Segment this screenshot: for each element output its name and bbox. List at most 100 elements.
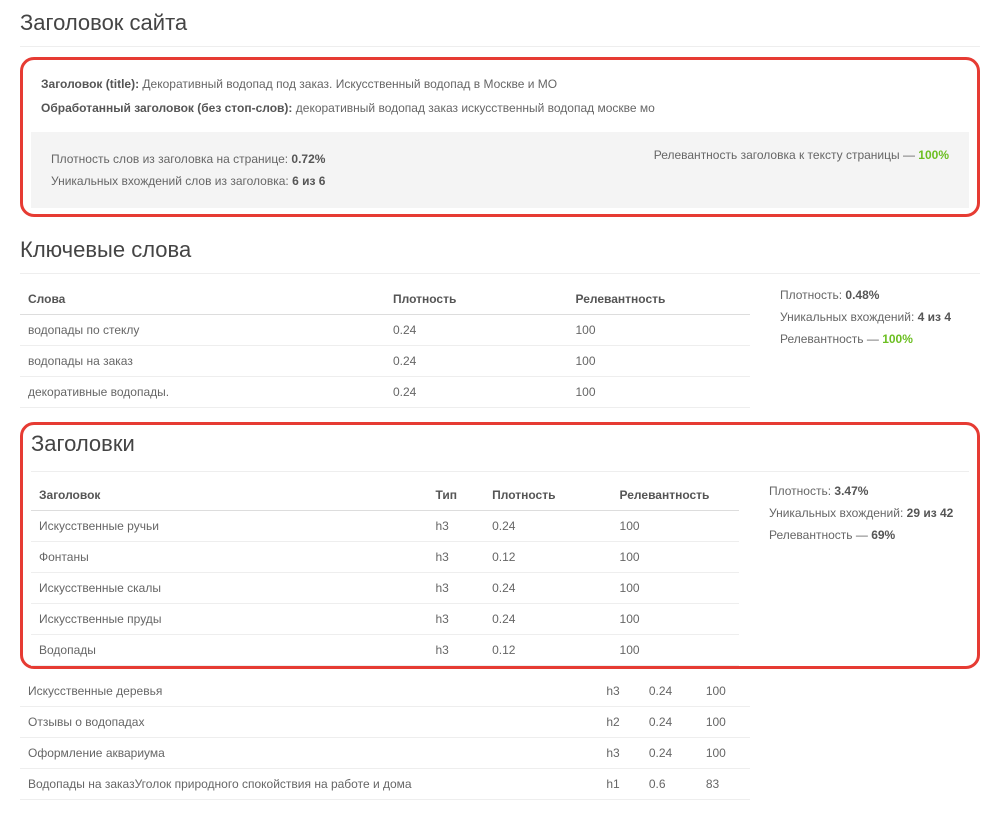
h-unique-value: 29 из 42: [907, 506, 954, 520]
table-row: Водопадыh30.12100: [31, 635, 739, 666]
processed-label: Обработанный заголовок (без стоп-слов):: [41, 101, 292, 115]
table-row: Искусственные прудыh30.24100: [31, 604, 739, 635]
cell-relevance: 100: [568, 377, 751, 408]
h-relevance-label: Релевантность —: [769, 528, 868, 542]
density-stat: Плотность слов из заголовка на странице:…: [51, 148, 325, 170]
processed-value: декоративный водопад заказ искусственный…: [296, 101, 655, 115]
cell-type: h3: [598, 676, 640, 707]
cell-title: Искусственные скалы: [31, 573, 427, 604]
keywords-side-stats: Плотность: 0.48% Уникальных вхождений: 4…: [780, 284, 980, 350]
cell-word: водопады на заказ: [20, 346, 385, 377]
table-row: Искусственные деревьяh30.24100: [20, 676, 750, 707]
cell-relevance: 100: [568, 346, 751, 377]
density-value: 0.72%: [291, 152, 325, 166]
cell-density: 0.6: [641, 769, 698, 800]
kw-relevance-value: 100%: [882, 332, 913, 346]
cell-relevance: 100: [698, 676, 750, 707]
title-value: Декоративный водопад под заказ. Искусств…: [142, 77, 557, 91]
table-row: Водопады на заказУголок природного споко…: [20, 769, 750, 800]
cell-title: Искусственные ручьи: [31, 511, 427, 542]
cell-relevance: 83: [698, 769, 750, 800]
cell-title: Водопады на заказУголок природного споко…: [20, 769, 598, 800]
cell-title: Фонтаны: [31, 542, 427, 573]
kw-unique-label: Уникальных вхождений:: [780, 310, 914, 324]
cell-title: Искусственные деревья: [20, 676, 598, 707]
headings-table-continued: Искусственные деревьяh30.24100Отзывы о в…: [20, 676, 750, 800]
cell-relevance: 100: [568, 315, 751, 346]
cell-relevance: 100: [612, 511, 739, 542]
headings-table: Заголовок Тип Плотность Релевантность Ис…: [31, 480, 739, 666]
cell-density: 0.24: [484, 573, 611, 604]
unique-stat: Уникальных вхождений слов из заголовка: …: [51, 170, 325, 192]
h-unique-label: Уникальных вхождений:: [769, 506, 903, 520]
h-density-value: 3.47%: [834, 484, 868, 498]
cell-title: Искусственные пруды: [31, 604, 427, 635]
cell-density: 0.24: [641, 738, 698, 769]
cell-relevance: 100: [698, 738, 750, 769]
col-h-relevance: Релевантность: [612, 480, 739, 511]
section-heading-headings: Заголовки: [31, 431, 969, 467]
cell-title: Оформление аквариума: [20, 738, 598, 769]
relevance-label: Релевантность заголовка к тексту страниц…: [654, 148, 915, 162]
kw-relevance-label: Релевантность —: [780, 332, 879, 346]
cell-density: 0.24: [385, 315, 568, 346]
cell-relevance: 100: [612, 635, 739, 666]
section-heading-keywords: Ключевые слова: [20, 227, 980, 274]
cell-type: h3: [598, 738, 640, 769]
title-label: Заголовок (title):: [41, 77, 139, 91]
site-title-stats-panel: Плотность слов из заголовка на странице:…: [31, 132, 969, 208]
cell-density: 0.24: [385, 346, 568, 377]
cell-relevance: 100: [698, 707, 750, 738]
cell-density: 0.24: [641, 676, 698, 707]
cell-relevance: 100: [612, 573, 739, 604]
table-row: Искусственные скалыh30.24100: [31, 573, 739, 604]
cell-density: 0.12: [484, 635, 611, 666]
site-title-card: Заголовок (title): Декоративный водопад …: [20, 57, 980, 217]
cell-type: h2: [598, 707, 640, 738]
headings-card: Заголовки Заголовок Тип Плотность Релева…: [20, 422, 980, 669]
cell-word: декоративные водопады.: [20, 377, 385, 408]
kw-density-label: Плотность:: [780, 288, 842, 302]
relevance-stat: Релевантность заголовка к тексту страниц…: [654, 148, 949, 162]
cell-type: h3: [427, 542, 484, 573]
kw-density-value: 0.48%: [845, 288, 879, 302]
cell-type: h3: [427, 511, 484, 542]
cell-type: h3: [427, 604, 484, 635]
col-density: Плотность: [385, 284, 568, 315]
cell-title: Водопады: [31, 635, 427, 666]
kw-unique-value: 4 из 4: [918, 310, 951, 324]
col-h-title: Заголовок: [31, 480, 427, 511]
cell-density: 0.24: [385, 377, 568, 408]
cell-density: 0.12: [484, 542, 611, 573]
col-h-density: Плотность: [484, 480, 611, 511]
col-word: Слова: [20, 284, 385, 315]
table-row: Искусственные ручьиh30.24100: [31, 511, 739, 542]
cell-word: водопады по стеклу: [20, 315, 385, 346]
cell-relevance: 100: [612, 604, 739, 635]
cell-density: 0.24: [484, 604, 611, 635]
col-relevance: Релевантность: [568, 284, 751, 315]
title-line: Заголовок (title): Декоративный водопад …: [41, 72, 959, 96]
processed-title-line: Обработанный заголовок (без стоп-слов): …: [41, 96, 959, 120]
table-row: водопады на заказ0.24100: [20, 346, 750, 377]
headings-side-stats: Плотность: 3.47% Уникальных вхождений: 2…: [769, 480, 969, 546]
table-row: водопады по стеклу0.24100: [20, 315, 750, 346]
keywords-table: Слова Плотность Релевантность водопады п…: [20, 284, 750, 408]
h-relevance-value: 69%: [871, 528, 895, 542]
cell-title: Отзывы о водопадах: [20, 707, 598, 738]
relevance-value: 100%: [918, 148, 949, 162]
table-row: Оформление аквариумаh30.24100: [20, 738, 750, 769]
section-heading-site-title: Заголовок сайта: [20, 0, 980, 47]
cell-density: 0.24: [484, 511, 611, 542]
cell-density: 0.24: [641, 707, 698, 738]
col-h-type: Тип: [427, 480, 484, 511]
table-row: Фонтаныh30.12100: [31, 542, 739, 573]
unique-value: 6 из 6: [292, 174, 325, 188]
cell-type: h1: [598, 769, 640, 800]
unique-label: Уникальных вхождений слов из заголовка:: [51, 174, 289, 188]
cell-type: h3: [427, 635, 484, 666]
cell-type: h3: [427, 573, 484, 604]
cell-relevance: 100: [612, 542, 739, 573]
density-label: Плотность слов из заголовка на странице:: [51, 152, 288, 166]
keywords-block: Слова Плотность Релевантность водопады п…: [20, 284, 980, 408]
